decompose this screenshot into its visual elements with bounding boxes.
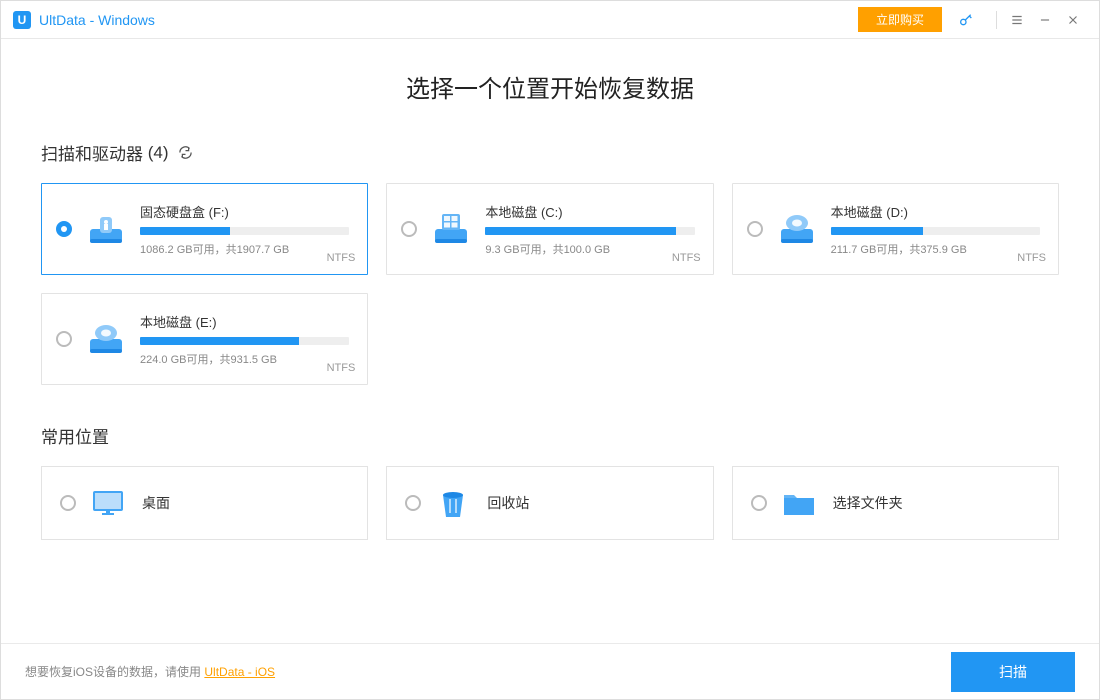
radio-icon [60,495,76,511]
location-label: 选择文件夹 [833,493,903,513]
page-title: 选择一个位置开始恢复数据 [41,69,1059,104]
app-logo-icon: U [13,11,31,29]
drive-info: 224.0 GB可用，共931.5 GB [140,351,349,367]
filesystem-tag: NTFS [672,252,701,264]
drives-section-label: 扫描和驱动器 [41,140,143,165]
drive-grid: 固态硬盘盒 (F:)1086.2 GB可用，共1907.7 GBNTFS本地磁盘… [41,183,1059,385]
location-label: 回收站 [487,493,529,513]
menu-button[interactable] [1003,8,1031,32]
radio-icon [56,331,72,347]
drive-icon [84,321,128,357]
drive-name: 本地磁盘 (D:) [831,202,1040,221]
footer: 想要恢复iOS设备的数据，请使用 UltData - iOS 扫描 [1,643,1099,699]
ultdata-ios-link[interactable]: UltData - iOS [204,665,275,679]
titlebar: U UltData - Windows 立即购买 [1,1,1099,39]
recycle-icon [433,483,473,523]
drives-count: (4) [148,143,169,163]
location-card[interactable]: 桌面 [41,466,368,540]
drive-icon [775,211,819,247]
location-grid: 桌面 回收站 选择文件夹 [41,466,1059,540]
locations-section-header: 常用位置 [41,423,1059,448]
drive-card[interactable]: 固态硬盘盒 (F:) 1086.2 GB可用，共1907.7 GBNTFS [41,183,368,275]
location-label: 桌面 [142,493,170,513]
app-window: U UltData - Windows 立即购买 选择一个位置开始恢复数据 扫描… [0,0,1100,700]
radio-icon [751,495,767,511]
locations-section-label: 常用位置 [41,423,109,448]
desktop-icon [88,483,128,523]
drive-card[interactable]: 本地磁盘 (C:) 9.3 GB可用，共100.0 GBNTFS [386,183,713,275]
app-title: UltData - Windows [39,12,155,28]
radio-icon [56,221,72,237]
key-icon [958,12,974,28]
radio-icon [405,495,421,511]
filesystem-tag: NTFS [327,362,356,374]
usage-bar [140,337,349,345]
location-card[interactable]: 选择文件夹 [732,466,1059,540]
radio-icon [747,221,763,237]
drive-name: 本地磁盘 (E:) [140,312,349,331]
refresh-icon [178,145,193,160]
drive-icon [84,211,128,247]
usage-bar [831,227,1040,235]
radio-icon [401,221,417,237]
drive-info: 1086.2 GB可用，共1907.7 GB [140,241,349,257]
filesystem-tag: NTFS [1017,252,1046,264]
scan-button[interactable]: 扫描 [951,652,1075,692]
drive-info: 9.3 GB可用，共100.0 GB [485,241,694,257]
buy-button[interactable]: 立即购买 [858,7,942,32]
close-icon [1066,13,1080,27]
filesystem-tag: NTFS [327,252,356,264]
drive-info: 211.7 GB可用，共375.9 GB [831,241,1040,257]
minimize-icon [1038,13,1052,27]
folder-icon [779,483,819,523]
register-key-button[interactable] [952,8,980,32]
footer-hint: 想要恢复iOS设备的数据，请使用 UltData - iOS [25,663,275,680]
refresh-drives-button[interactable] [177,144,195,162]
drive-card[interactable]: 本地磁盘 (D:) 211.7 GB可用，共375.9 GBNTFS [732,183,1059,275]
close-button[interactable] [1059,8,1087,32]
drive-name: 本地磁盘 (C:) [485,202,694,221]
drive-name: 固态硬盘盒 (F:) [140,202,349,221]
usage-bar [140,227,349,235]
drive-card[interactable]: 本地磁盘 (E:) 224.0 GB可用，共931.5 GBNTFS [41,293,368,385]
location-card[interactable]: 回收站 [386,466,713,540]
main-content: 选择一个位置开始恢复数据 扫描和驱动器 (4) 固态硬盘盒 (F:) 1086.2… [1,39,1099,643]
usage-bar [485,227,694,235]
hamburger-icon [1010,13,1024,27]
drive-icon [429,211,473,247]
footer-hint-text: 想要恢复iOS设备的数据，请使用 [25,665,201,679]
minimize-button[interactable] [1031,8,1059,32]
drives-section-header: 扫描和驱动器 (4) [41,140,1059,165]
